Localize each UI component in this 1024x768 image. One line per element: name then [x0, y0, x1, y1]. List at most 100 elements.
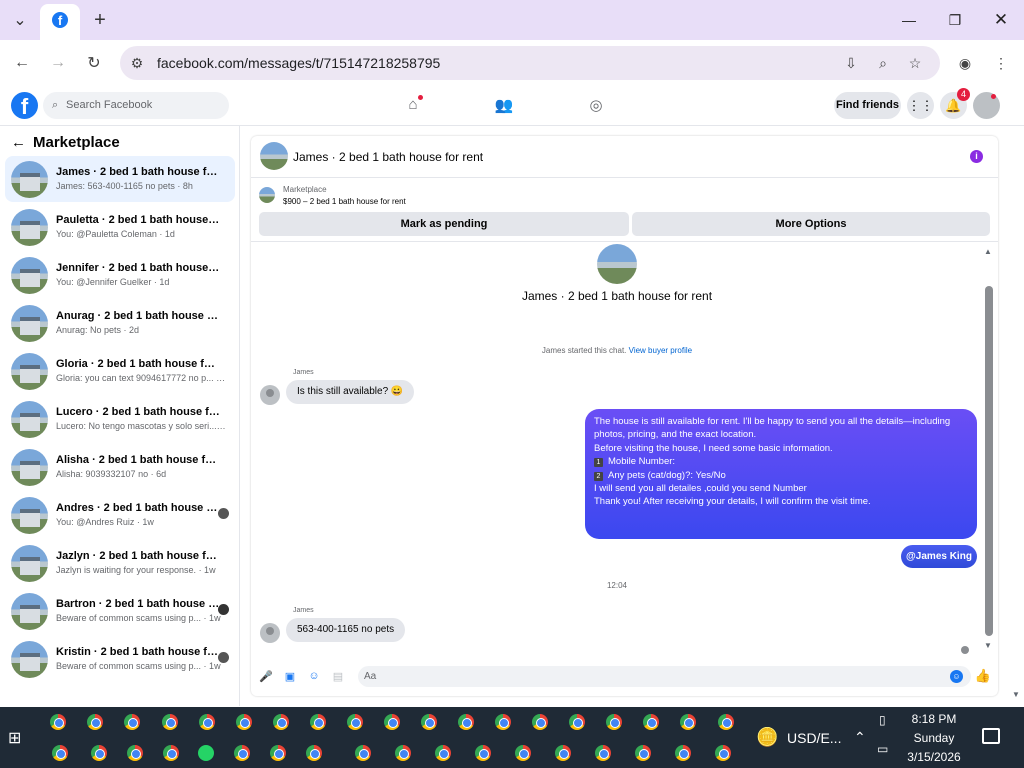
find-friends-button[interactable]: Find friends — [834, 92, 901, 119]
clock-time[interactable]: 8:18 PM — [906, 712, 962, 726]
tablet-mode-icon[interactable]: ▯ — [879, 713, 886, 727]
reload-icon[interactable]: ↻ — [84, 53, 104, 73]
chrome-icon[interactable] — [347, 714, 363, 730]
tray-overflow-chevron-icon[interactable]: ⌃ — [854, 729, 866, 746]
conversation-item[interactable]: Jazlyn · 2 bed 1 bath house for rent Jazl… — [5, 540, 235, 586]
chrome-icon[interactable] — [715, 745, 731, 761]
incoming-message[interactable]: 563-400-1165 no pets — [286, 618, 406, 642]
chrome-icon[interactable] — [52, 745, 68, 761]
scroll-down-arrow-icon[interactable]: ▼ — [984, 641, 992, 650]
site-info-icon[interactable]: ⚙ — [128, 54, 146, 72]
chrome-icon[interactable] — [435, 745, 451, 761]
chrome-icon[interactable] — [569, 714, 585, 730]
chrome-icon[interactable] — [395, 745, 411, 761]
clock-day[interactable]: Sunday — [906, 731, 962, 745]
tab-search-chevron-icon[interactable]: ⌄ — [8, 8, 32, 32]
network-icon[interactable]: ▭ — [877, 742, 888, 756]
chrome-icon[interactable] — [555, 745, 571, 761]
back-arrow-icon[interactable]: ← — [11, 134, 33, 151]
currency-widget-text[interactable]: USD/E... — [787, 730, 841, 746]
conversation-item[interactable]: Anurag · 2 bed 1 bath house for rent Anur… — [5, 300, 235, 346]
chrome-icon[interactable] — [515, 745, 531, 761]
chat-header-avatar[interactable] — [260, 142, 288, 170]
notification-center-icon[interactable] — [982, 728, 1000, 744]
chrome-icon[interactable] — [532, 714, 548, 730]
conversation-item[interactable]: Kristin · 2 bed 1 bath house for r... Bew… — [5, 636, 235, 682]
friends-icon[interactable]: 👥 — [494, 96, 514, 116]
chrome-icon[interactable] — [635, 745, 651, 761]
chat-profile-avatar[interactable] — [597, 244, 637, 284]
chrome-icon[interactable] — [595, 745, 611, 761]
mark-as-pending-button[interactable]: Mark as pending — [259, 212, 629, 236]
chrome-icon[interactable] — [236, 714, 252, 730]
info-icon[interactable]: i — [970, 150, 983, 163]
emoji-icon[interactable]: ☺ — [950, 670, 963, 683]
listing-title[interactable]: $900 – 2 bed 1 bath house for rent — [283, 197, 406, 206]
currency-widget-icon[interactable]: 🪙 — [756, 727, 778, 748]
chrome-icon[interactable] — [50, 714, 66, 730]
conversation-item[interactable]: Alisha · 2 bed 1 bath house for rent Alis… — [5, 444, 235, 490]
close-icon[interactable]: ✕ — [981, 6, 1021, 34]
restore-icon[interactable]: ❐ — [935, 6, 975, 34]
page-scroll-down-icon[interactable]: ▼ — [1012, 690, 1020, 699]
conversation-item[interactable]: James · 2 bed 1 bath house for rent James… — [5, 156, 235, 202]
photo-icon[interactable]: ▣ — [283, 669, 297, 683]
chrome-icon[interactable] — [162, 714, 178, 730]
chrome-icon[interactable] — [475, 745, 491, 761]
back-icon[interactable]: ← — [12, 53, 32, 73]
facebook-logo-icon[interactable]: f — [11, 92, 38, 119]
install-app-icon[interactable]: ⇩ — [842, 54, 860, 72]
menu-kebab-icon[interactable]: ⋮ — [992, 54, 1010, 72]
conversation-item[interactable]: Jennifer · 2 bed 1 bath house for r... Yo… — [5, 252, 235, 298]
incoming-message[interactable]: Is this still available? 😀 — [286, 380, 415, 404]
chrome-icon[interactable] — [163, 745, 179, 761]
scroll-up-arrow-icon[interactable]: ▲ — [984, 247, 992, 256]
like-thumbs-up-icon[interactable]: 👍 — [975, 668, 991, 683]
chat-title[interactable]: James · 2 bed 1 bath house for rent — [293, 150, 483, 164]
chrome-icon[interactable] — [124, 714, 140, 730]
apps-menu-icon[interactable]: ⋮⋮ — [907, 92, 934, 119]
chrome-icon[interactable] — [87, 714, 103, 730]
chrome-icon[interactable] — [718, 714, 734, 730]
facebook-search-input[interactable]: ⌕ Search Facebook — [43, 92, 229, 119]
conversation-item[interactable]: Pauletta · 2 bed 1 bath house for r... Yo… — [5, 204, 235, 250]
groups-icon[interactable]: ◎ — [586, 96, 606, 116]
chrome-icon[interactable] — [421, 714, 437, 730]
more-options-button[interactable]: More Options — [632, 212, 990, 236]
microphone-icon[interactable]: 🎤 — [259, 669, 273, 683]
gif-icon[interactable]: ▤ — [331, 669, 345, 683]
chrome-icon[interactable] — [495, 714, 511, 730]
conversation-item[interactable]: Gloria · 2 bed 1 bath house for rent Glor… — [5, 348, 235, 394]
chrome-icon[interactable] — [680, 714, 696, 730]
bookmark-star-icon[interactable]: ☆ — [906, 54, 924, 72]
sticker-icon[interactable]: ☺ — [307, 669, 321, 683]
sender-avatar[interactable] — [260, 385, 280, 405]
view-buyer-profile-link[interactable]: View buyer profile — [629, 346, 692, 355]
url-text[interactable]: facebook.com/messages/t/715147218258795 — [157, 55, 440, 71]
conversation-item[interactable]: Bartron · 2 bed 1 bath house for ... Bewa… — [5, 588, 235, 634]
conversation-item[interactable]: Andres · 2 bed 1 bath house for ... You: … — [5, 492, 235, 538]
windows-start-icon[interactable]: ⊞ — [8, 728, 26, 747]
chrome-icon[interactable] — [675, 745, 691, 761]
chrome-icon[interactable] — [643, 714, 659, 730]
clock-date[interactable]: 3/15/2026 — [906, 750, 962, 764]
profile-icon[interactable]: ◉ — [956, 54, 974, 72]
chrome-icon[interactable] — [606, 714, 622, 730]
mention-message[interactable]: @James King — [901, 545, 977, 568]
chrome-icon[interactable] — [127, 745, 143, 761]
chrome-icon[interactable] — [234, 745, 250, 761]
minimize-icon[interactable]: — — [889, 6, 929, 34]
sender-avatar[interactable] — [260, 623, 280, 643]
forward-icon[interactable]: → — [48, 53, 68, 73]
chrome-icon[interactable] — [199, 714, 215, 730]
zoom-icon[interactable]: ⌕ — [874, 54, 892, 72]
chrome-icon[interactable] — [273, 714, 289, 730]
chrome-icon[interactable] — [91, 745, 107, 761]
chrome-icon[interactable] — [458, 714, 474, 730]
message-input[interactable]: Aa — [358, 666, 971, 687]
chrome-icon[interactable] — [306, 745, 322, 761]
chrome-icon[interactable] — [270, 745, 286, 761]
new-tab-plus-icon[interactable]: + — [88, 8, 112, 32]
outgoing-message[interactable]: The house is still available for rent. I… — [585, 409, 977, 539]
chat-scrollbar[interactable] — [985, 286, 993, 636]
